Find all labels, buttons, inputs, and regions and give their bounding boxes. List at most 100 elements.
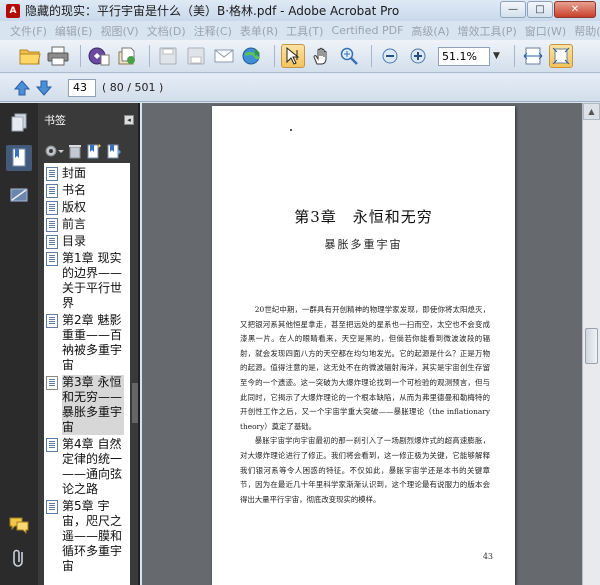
fit-page-button[interactable] (548, 44, 573, 68)
pages-panel-button[interactable] (9, 113, 29, 133)
printer-icon (47, 46, 69, 66)
combine-files-button[interactable] (115, 44, 139, 68)
menu-certified-pdf[interactable]: Certified PDF (327, 24, 407, 37)
bookmark-page-icon (46, 201, 58, 215)
zoom-in-button[interactable] (406, 44, 430, 68)
bookmark-page-icon (46, 438, 58, 452)
menu-tools[interactable]: 工具(T) (282, 23, 327, 39)
bookmark-item[interactable]: 第1章 现实的边界——关于平行世界 (44, 250, 130, 312)
bookmarks-panel: 书签 ◂ 封面 书名 版权 前言 目录 第1章 现实的边界——关于平行世界 第2… (38, 103, 140, 585)
bookmark-item-selected[interactable]: 第3章 永恒和无穷——暴胀多重宇宙 (44, 374, 130, 436)
bookmark-item[interactable]: 前言 (44, 216, 130, 233)
marquee-zoom-button[interactable] (337, 44, 361, 68)
bookmark-item[interactable]: 书名 (44, 182, 130, 199)
zoom-dropdown-chevron-icon[interactable]: ▼ (493, 51, 500, 61)
menu-view[interactable]: 视图(V) (96, 23, 142, 39)
hand-icon (313, 47, 327, 65)
menu-comments[interactable]: 注释(C) (190, 23, 236, 39)
bookmark-label: 版权 (62, 200, 87, 214)
delete-bookmark-trash-icon[interactable] (68, 143, 82, 162)
close-button[interactable]: ✕ (554, 1, 596, 18)
bookmark-icon (12, 148, 26, 167)
menu-forms[interactable]: 表单(R) (236, 23, 282, 39)
menu-file[interactable]: 文件(F) (6, 23, 51, 39)
page-number-input[interactable]: 43 (68, 78, 96, 97)
create-pdf-button[interactable] (87, 44, 111, 68)
bookmark-item[interactable]: 目录 (44, 233, 130, 250)
bookmarks-tree: 封面 书名 版权 前言 目录 第1章 现实的边界——关于平行世界 第2章 魅影重… (44, 163, 130, 585)
page-number-value: 43 (73, 81, 87, 94)
bookmarks-scrollbar-thumb[interactable] (132, 383, 138, 423)
collapse-panel-button[interactable]: ◂ (124, 115, 134, 125)
acrobat-app-icon[interactable]: A (6, 3, 20, 18)
maximize-button[interactable]: □ (527, 1, 553, 18)
options-gear-icon[interactable] (44, 143, 64, 162)
next-page-button[interactable] (34, 78, 54, 98)
hand-tool-button[interactable] (309, 44, 333, 68)
folder-icon (19, 49, 41, 65)
combine-icon (118, 47, 135, 65)
window-title: 隐藏的现实：平行宇宙是什么（美）B·格林.pdf - Adobe Acrobat… (25, 4, 400, 18)
open-folder-button[interactable] (18, 44, 42, 68)
bookmark-item[interactable]: 封面 (44, 165, 130, 182)
page-footer-number: 43 (482, 552, 493, 561)
fit-page-icon (552, 47, 570, 65)
bookmark-label: 目录 (62, 234, 87, 248)
fit-width-icon (523, 47, 543, 65)
menu-window[interactable]: 窗口(W) (521, 23, 570, 39)
create-pdf-icon (88, 47, 110, 66)
zoom-level-input[interactable]: 51.1% (438, 46, 490, 66)
new-bookmark-icon[interactable] (86, 143, 102, 162)
bookmark-page-icon (46, 235, 58, 249)
zoom-in-icon (410, 48, 426, 64)
zoom-out-icon (382, 48, 398, 64)
menu-plugins[interactable]: 增效工具(P) (454, 23, 521, 39)
bookmark-label: 第4章 自然定律的统一——通向弦论之路 (62, 437, 123, 496)
save-disabled-icon (187, 47, 205, 65)
bookmark-item[interactable]: 第4章 自然定律的统一——通向弦论之路 (44, 436, 130, 498)
expand-bookmark-icon[interactable] (106, 143, 122, 162)
bookmark-label: 书名 (62, 183, 87, 197)
document-viewport[interactable]: 第3章 永恒和无穷 暴胀多重宇宙 20世纪中期，一群具有开创精神的物理学家发现，… (142, 103, 582, 585)
toolbar-separator (371, 45, 372, 67)
toolbar-separator (80, 45, 81, 67)
save-icon (159, 47, 177, 65)
email-button[interactable] (212, 44, 236, 68)
menu-advanced[interactable]: 高级(A) (407, 23, 453, 39)
scroll-up-arrow-icon[interactable]: ▲ (583, 103, 600, 120)
bookmark-page-icon (46, 218, 58, 232)
signatures-panel-button[interactable] (9, 185, 29, 205)
pdf-page[interactable]: 第3章 永恒和无穷 暴胀多重宇宙 20世纪中期，一群具有开创精神的物理学家发现，… (212, 106, 515, 585)
bookmark-page-icon (46, 252, 58, 266)
zoom-out-button[interactable] (378, 44, 402, 68)
select-tool-button[interactable] (281, 44, 305, 68)
bookmark-label: 第2章 魅影重重——百衲被多重宇宙 (62, 313, 123, 372)
title-bar: A 隐藏的现实：平行宇宙是什么（美）B·格林.pdf - Adobe Acrob… (0, 0, 600, 21)
page-navigation-bar: 43 ( 80 / 501 ) (0, 74, 600, 102)
menu-edit[interactable]: 编辑(E) (51, 23, 97, 39)
bookmarks-panel-button[interactable] (6, 145, 32, 171)
bookmark-page-icon (46, 314, 58, 328)
comments-panel-button[interactable] (9, 515, 29, 535)
cursor-select-icon (286, 46, 300, 65)
toolbar-separator (149, 45, 150, 67)
print-button[interactable] (46, 44, 70, 68)
previous-page-button[interactable] (12, 78, 32, 98)
attachments-panel-button[interactable] (9, 548, 29, 568)
document-scrollbar-thumb[interactable] (585, 328, 598, 364)
pages-icon (11, 113, 27, 132)
document-vertical-scrollbar[interactable]: ▲ (582, 103, 600, 585)
bookmark-item[interactable]: 版权 (44, 199, 130, 216)
menu-help[interactable]: 帮助(H) (570, 23, 600, 39)
bookmarks-scrollbar[interactable] (132, 163, 138, 585)
share-button[interactable] (240, 44, 264, 68)
save-copy-button[interactable] (184, 44, 208, 68)
bookmark-label: 第5章 宇宙，咫尺之遥——膜和循环多重宇宙 (62, 499, 123, 573)
page-speck (290, 129, 292, 131)
menu-document[interactable]: 文档(D) (143, 23, 190, 39)
minimize-button[interactable]: — (500, 1, 526, 18)
bookmark-item[interactable]: 第2章 魅影重重——百衲被多重宇宙 (44, 312, 130, 374)
save-button[interactable] (156, 44, 180, 68)
bookmark-item[interactable]: 第5章 宇宙，咫尺之遥——膜和循环多重宇宙 (44, 498, 130, 575)
fit-width-button[interactable] (521, 44, 545, 68)
